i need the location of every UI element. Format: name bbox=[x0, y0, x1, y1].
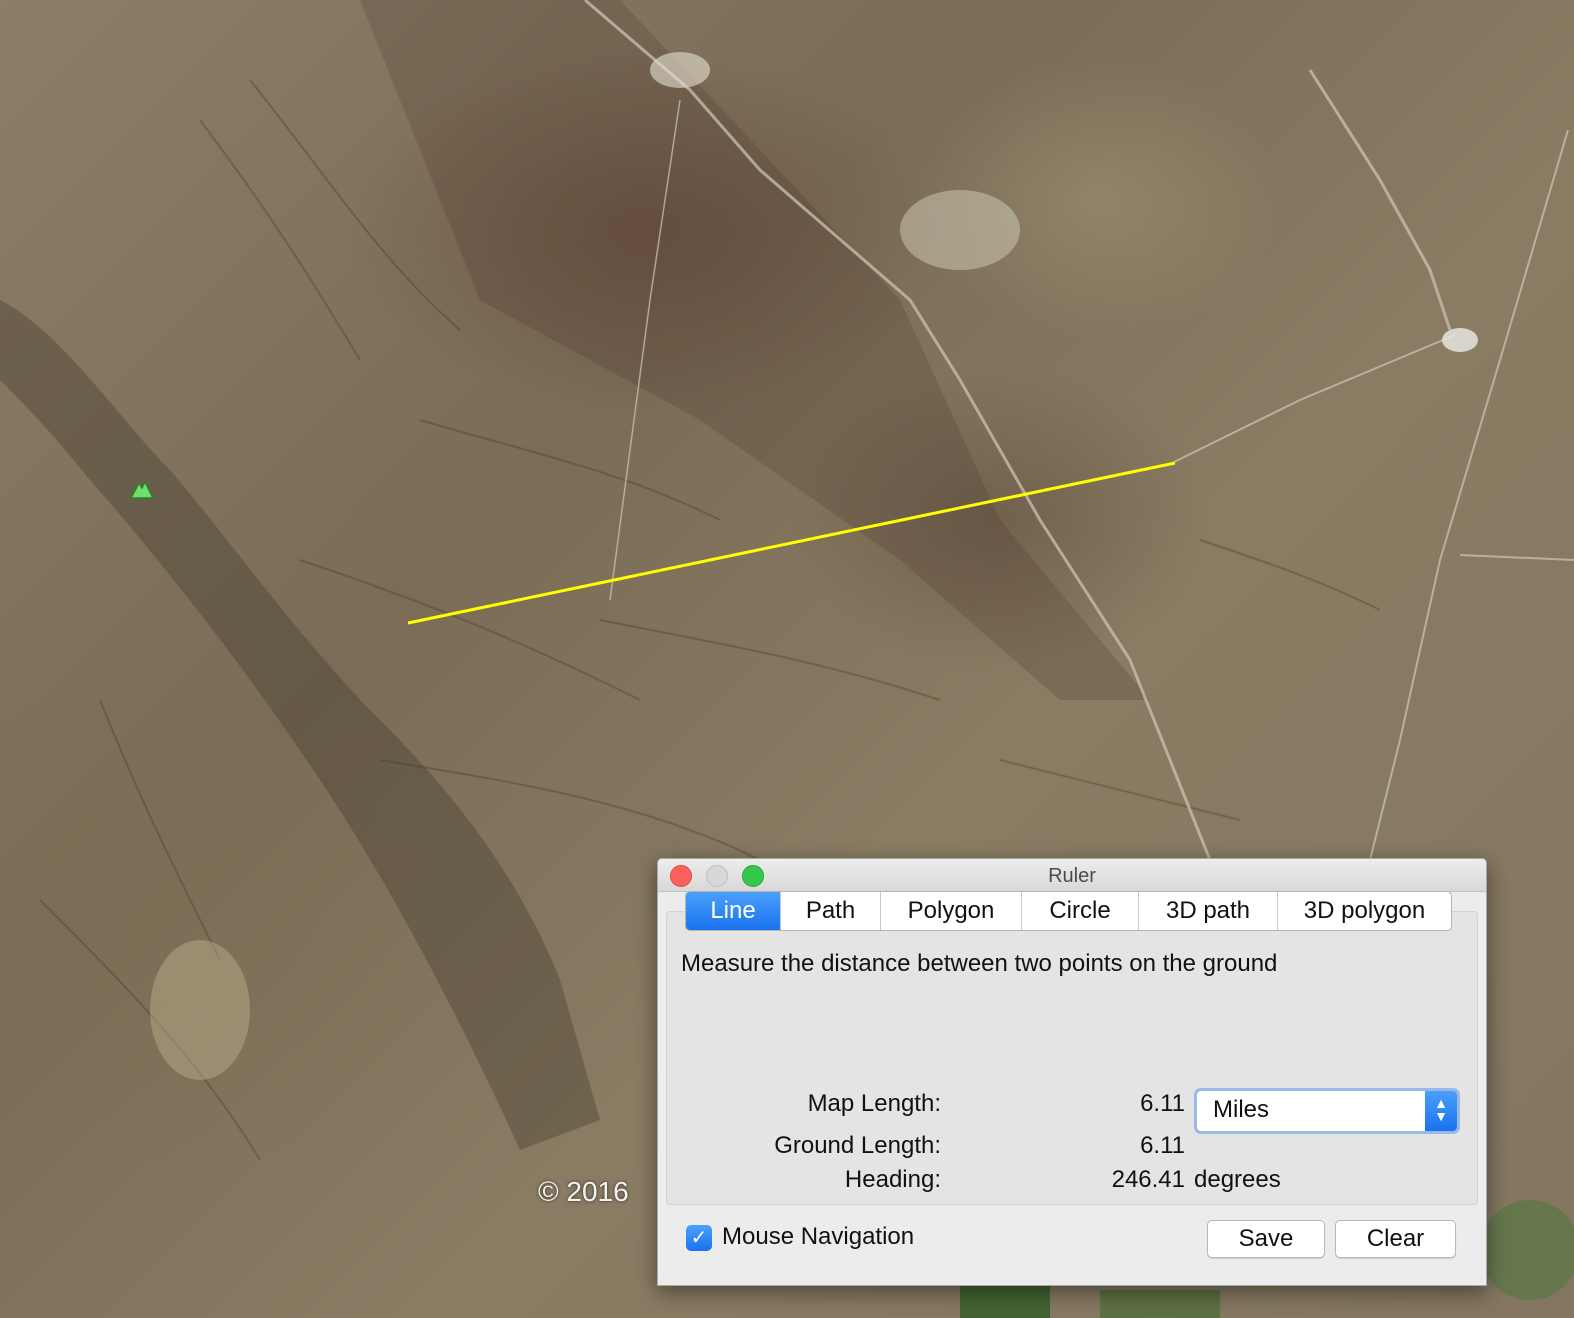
tab-path[interactable]: Path bbox=[780, 892, 880, 930]
tab-polygon[interactable]: Polygon bbox=[880, 892, 1021, 930]
mouse-navigation-checkbox[interactable]: ✓ bbox=[686, 1225, 712, 1251]
window-title: Ruler bbox=[1048, 865, 1096, 887]
map-length-label: Map Length: bbox=[807, 1090, 941, 1117]
heading-label: Heading: bbox=[844, 1166, 941, 1193]
measure-description: Measure the distance between two points … bbox=[681, 950, 1278, 977]
unit-select-value: Miles bbox=[1213, 1096, 1270, 1123]
save-button[interactable]: Save bbox=[1207, 1220, 1325, 1258]
tab-3d-polygon[interactable]: 3D polygon bbox=[1277, 892, 1451, 930]
clear-button[interactable]: Clear bbox=[1335, 1220, 1456, 1258]
ground-length-value: 6.11 bbox=[1140, 1132, 1185, 1159]
unit-select[interactable]: Miles ▲ ▼ bbox=[1196, 1090, 1458, 1132]
map-length-value: 6.11 bbox=[1140, 1090, 1185, 1117]
ruler-window: Ruler Line Path Polygon Circle 3D path 3… bbox=[657, 858, 1487, 1286]
select-arrows-icon[interactable]: ▲ ▼ bbox=[1425, 1091, 1457, 1131]
tab-circle[interactable]: Circle bbox=[1021, 892, 1138, 930]
tab-line[interactable]: Line bbox=[686, 892, 780, 930]
copyright-text: © 2016 bbox=[538, 1176, 629, 1207]
tab-3d-path[interactable]: 3D path bbox=[1138, 892, 1277, 930]
ground-length-label: Ground Length: bbox=[774, 1132, 941, 1159]
measure-panel: Measure the distance between two points … bbox=[666, 911, 1478, 1205]
mouse-navigation-label[interactable]: Mouse Navigation bbox=[722, 1223, 914, 1251]
mountain-peak-icon[interactable] bbox=[129, 478, 155, 500]
window-titlebar[interactable]: Ruler bbox=[658, 859, 1486, 892]
heading-unit: degrees bbox=[1194, 1166, 1281, 1193]
heading-value: 246.41 bbox=[1111, 1166, 1185, 1193]
measure-tabs: Line Path Polygon Circle 3D path 3D poly… bbox=[685, 891, 1452, 931]
